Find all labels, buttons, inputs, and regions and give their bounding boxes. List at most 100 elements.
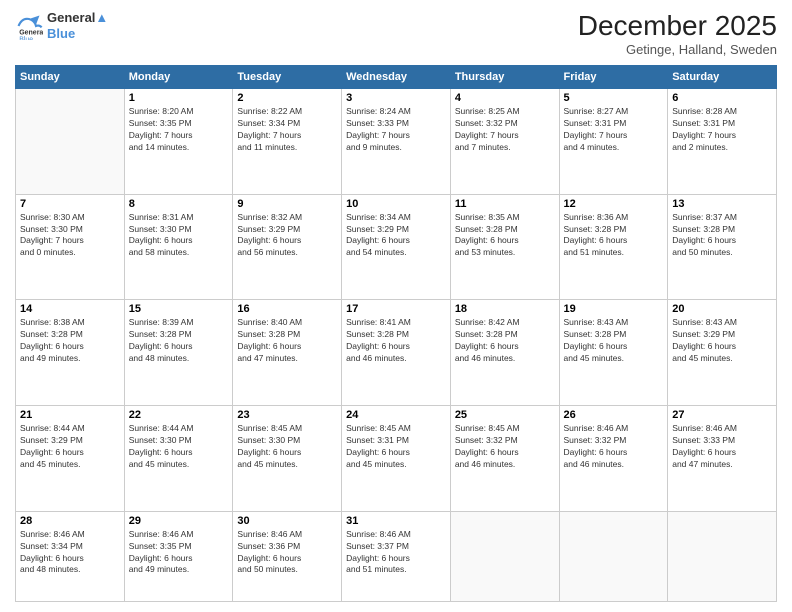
week-row-5: 28 Sunrise: 8:46 AMSunset: 3:34 PMDayligh… [16, 511, 777, 601]
day-number: 20 [672, 303, 772, 315]
calendar-cell [559, 511, 668, 601]
day-info: Sunrise: 8:46 AMSunset: 3:36 PMDaylight:… [237, 529, 337, 577]
day-number: 19 [564, 303, 664, 315]
day-info: Sunrise: 8:46 AMSunset: 3:33 PMDaylight:… [672, 423, 772, 471]
day-info: Sunrise: 8:43 AMSunset: 3:28 PMDaylight:… [564, 317, 664, 365]
day-info: Sunrise: 8:40 AMSunset: 3:28 PMDaylight:… [237, 317, 337, 365]
day-info: Sunrise: 8:24 AMSunset: 3:33 PMDaylight:… [346, 106, 446, 154]
calendar-cell: 15 Sunrise: 8:39 AMSunset: 3:28 PMDayligh… [124, 300, 233, 406]
day-number: 29 [129, 515, 229, 527]
day-info: Sunrise: 8:37 AMSunset: 3:28 PMDaylight:… [672, 212, 772, 260]
day-number: 25 [455, 409, 555, 421]
calendar-cell: 9Sunrise: 8:32 AMSunset: 3:29 PMDaylight… [233, 194, 342, 300]
calendar-cell: 21 Sunrise: 8:44 AMSunset: 3:29 PMDayligh… [16, 406, 125, 512]
week-row-2: 7Sunrise: 8:30 AMSunset: 3:30 PMDaylight… [16, 194, 777, 300]
day-info: Sunrise: 8:43 AMSunset: 3:29 PMDaylight:… [672, 317, 772, 365]
svg-text:General: General [19, 29, 43, 36]
col-header-sunday: Sunday [16, 66, 125, 89]
col-header-thursday: Thursday [450, 66, 559, 89]
day-info: Sunrise: 8:36 AMSunset: 3:28 PMDaylight:… [564, 212, 664, 260]
day-number: 26 [564, 409, 664, 421]
calendar-cell: 13 Sunrise: 8:37 AMSunset: 3:28 PMDayligh… [668, 194, 777, 300]
day-number: 23 [237, 409, 337, 421]
day-number: 15 [129, 303, 229, 315]
svg-text:Blue: Blue [19, 36, 33, 40]
location: Getinge, Halland, Sweden [578, 42, 777, 57]
calendar-cell: 14Sunrise: 8:38 AMSunset: 3:28 PMDayligh… [16, 300, 125, 406]
day-info: Sunrise: 8:42 AMSunset: 3:28 PMDaylight:… [455, 317, 555, 365]
calendar-cell: 8 Sunrise: 8:31 AMSunset: 3:30 PMDaylight… [124, 194, 233, 300]
calendar-cell: 22Sunrise: 8:44 AMSunset: 3:30 PMDayligh… [124, 406, 233, 512]
day-info: Sunrise: 8:22 AMSunset: 3:34 PMDaylight:… [237, 106, 337, 154]
day-number: 5 [564, 92, 664, 104]
title-block: December 2025 Getinge, Halland, Sweden [578, 10, 777, 57]
day-number: 12 [564, 198, 664, 210]
day-info: Sunrise: 8:27 AMSunset: 3:31 PMDaylight:… [564, 106, 664, 154]
day-info: Sunrise: 8:44 AMSunset: 3:29 PMDaylight:… [20, 423, 120, 471]
calendar-cell: 28 Sunrise: 8:46 AMSunset: 3:34 PMDayligh… [16, 511, 125, 601]
day-info: Sunrise: 8:45 AMSunset: 3:31 PMDaylight:… [346, 423, 446, 471]
calendar-cell: 16 Sunrise: 8:40 AMSunset: 3:28 PMDayligh… [233, 300, 342, 406]
day-number: 30 [237, 515, 337, 527]
calendar-cell: 7Sunrise: 8:30 AMSunset: 3:30 PMDaylight… [16, 194, 125, 300]
calendar-cell: 25 Sunrise: 8:45 AMSunset: 3:32 PMDayligh… [450, 406, 559, 512]
day-info: Sunrise: 8:45 AMSunset: 3:32 PMDaylight:… [455, 423, 555, 471]
calendar-cell [16, 89, 125, 195]
col-header-friday: Friday [559, 66, 668, 89]
day-info: Sunrise: 8:34 AMSunset: 3:29 PMDaylight:… [346, 212, 446, 260]
day-number: 8 [129, 198, 229, 210]
calendar-cell: 27 Sunrise: 8:46 AMSunset: 3:33 PMDayligh… [668, 406, 777, 512]
day-number: 3 [346, 92, 446, 104]
calendar-cell: 19 Sunrise: 8:43 AMSunset: 3:28 PMDayligh… [559, 300, 668, 406]
day-number: 28 [20, 515, 120, 527]
day-number: 17 [346, 303, 446, 315]
day-number: 1 [129, 92, 229, 104]
calendar-cell: 6Sunrise: 8:28 AMSunset: 3:31 PMDaylight… [668, 89, 777, 195]
day-info: Sunrise: 8:46 AMSunset: 3:35 PMDaylight:… [129, 529, 229, 577]
day-number: 11 [455, 198, 555, 210]
logo-text-general: General▲ [47, 10, 108, 26]
calendar-cell: 2 Sunrise: 8:22 AMSunset: 3:34 PMDaylight… [233, 89, 342, 195]
logo-icon: General Blue [15, 12, 43, 40]
calendar-cell: 20 Sunrise: 8:43 AMSunset: 3:29 PMDayligh… [668, 300, 777, 406]
day-number: 13 [672, 198, 772, 210]
day-number: 7 [20, 198, 120, 210]
page: General Blue General▲ Blue December 2025… [0, 0, 792, 612]
calendar-cell: 5 Sunrise: 8:27 AMSunset: 3:31 PMDaylight… [559, 89, 668, 195]
week-row-1: 1 Sunrise: 8:20 AMSunset: 3:35 PMDaylight… [16, 89, 777, 195]
day-info: Sunrise: 8:31 AMSunset: 3:30 PMDaylight:… [129, 212, 229, 260]
day-number: 27 [672, 409, 772, 421]
logo-text-blue: Blue [47, 26, 108, 42]
day-info: Sunrise: 8:32 AMSunset: 3:29 PMDaylight:… [237, 212, 337, 260]
day-number: 16 [237, 303, 337, 315]
calendar-cell: 17 Sunrise: 8:41 AMSunset: 3:28 PMDayligh… [342, 300, 451, 406]
day-info: Sunrise: 8:46 AMSunset: 3:37 PMDaylight:… [346, 529, 446, 577]
calendar-cell: 24 Sunrise: 8:45 AMSunset: 3:31 PMDayligh… [342, 406, 451, 512]
day-number: 2 [237, 92, 337, 104]
day-info: Sunrise: 8:39 AMSunset: 3:28 PMDaylight:… [129, 317, 229, 365]
day-info: Sunrise: 8:20 AMSunset: 3:35 PMDaylight:… [129, 106, 229, 154]
calendar-cell: 1 Sunrise: 8:20 AMSunset: 3:35 PMDaylight… [124, 89, 233, 195]
calendar-cell: 30 Sunrise: 8:46 AMSunset: 3:36 PMDayligh… [233, 511, 342, 601]
day-number: 10 [346, 198, 446, 210]
logo: General Blue General▲ Blue [15, 10, 108, 41]
header: General Blue General▲ Blue December 2025… [15, 10, 777, 57]
day-info: Sunrise: 8:35 AMSunset: 3:28 PMDaylight:… [455, 212, 555, 260]
day-number: 21 [20, 409, 120, 421]
day-info: Sunrise: 8:44 AMSunset: 3:30 PMDaylight:… [129, 423, 229, 471]
col-header-saturday: Saturday [668, 66, 777, 89]
day-number: 6 [672, 92, 772, 104]
col-header-monday: Monday [124, 66, 233, 89]
calendar-cell: 4Sunrise: 8:25 AMSunset: 3:32 PMDaylight… [450, 89, 559, 195]
col-header-tuesday: Tuesday [233, 66, 342, 89]
calendar-cell: 29 Sunrise: 8:46 AMSunset: 3:35 PMDayligh… [124, 511, 233, 601]
day-info: Sunrise: 8:46 AMSunset: 3:34 PMDaylight:… [20, 529, 120, 577]
day-info: Sunrise: 8:46 AMSunset: 3:32 PMDaylight:… [564, 423, 664, 471]
day-number: 24 [346, 409, 446, 421]
day-info: Sunrise: 8:41 AMSunset: 3:28 PMDaylight:… [346, 317, 446, 365]
day-number: 14 [20, 303, 120, 315]
day-number: 4 [455, 92, 555, 104]
calendar-cell: 10 Sunrise: 8:34 AMSunset: 3:29 PMDayligh… [342, 194, 451, 300]
calendar-cell [450, 511, 559, 601]
month-title: December 2025 [578, 10, 777, 42]
